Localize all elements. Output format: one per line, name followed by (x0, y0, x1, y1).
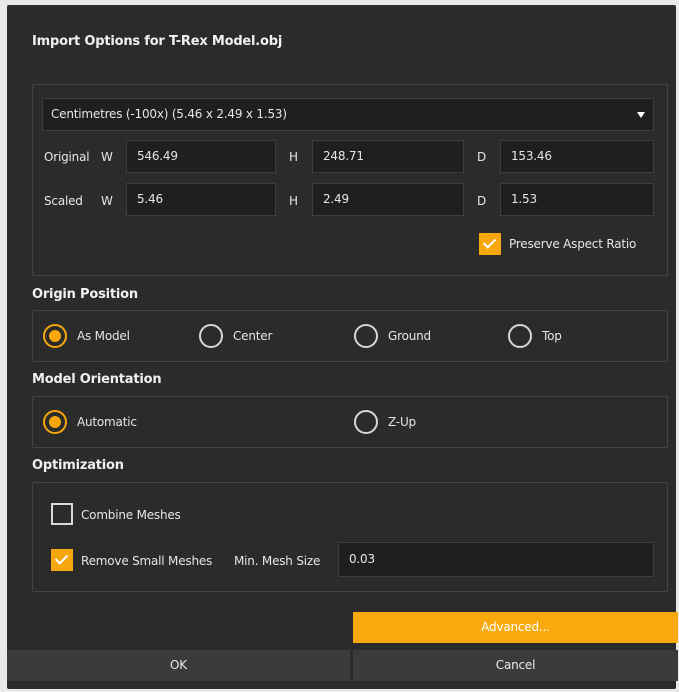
combine-meshes-label[interactable]: Combine Meshes (81, 508, 181, 522)
scaled-h-label: H (289, 194, 298, 208)
min-mesh-size-field[interactable]: 0.03 (338, 542, 654, 577)
optimization-title: Optimization (32, 458, 124, 473)
origin-center-radio[interactable] (199, 324, 223, 348)
orientation-z-up-radio[interactable] (354, 410, 378, 434)
scaled-height-field[interactable]: 2.49 (312, 183, 464, 216)
check-icon (54, 551, 69, 565)
min-mesh-size-value: 0.03 (349, 552, 375, 566)
preserve-aspect-checkbox[interactable] (479, 233, 501, 255)
radio-dot (49, 330, 61, 342)
combine-meshes-checkbox[interactable] (51, 503, 73, 525)
origin-ground-radio[interactable] (354, 324, 378, 348)
original-width-field[interactable]: 546.49 (126, 140, 276, 173)
original-d-label: D (477, 150, 487, 164)
min-mesh-size-label: Min. Mesh Size (234, 554, 321, 568)
orientation-automatic-radio[interactable] (43, 410, 67, 434)
origin-top-radio[interactable] (508, 324, 532, 348)
original-depth-field[interactable]: 153.46 (500, 140, 654, 173)
original-height-field[interactable]: 248.71 (312, 140, 464, 173)
origin-ground-label[interactable]: Ground (388, 329, 431, 343)
original-h-label: H (289, 150, 298, 164)
cancel-button[interactable]: Cancel (353, 650, 678, 681)
origin-as-model-label[interactable]: As Model (77, 329, 130, 343)
origin-position-title: Origin Position (32, 287, 138, 302)
radio-dot (49, 416, 61, 428)
orientation-automatic-label[interactable]: Automatic (77, 415, 137, 429)
check-icon (482, 235, 497, 249)
remove-small-meshes-label[interactable]: Remove Small Meshes (81, 554, 212, 568)
original-label: Original (44, 150, 90, 164)
scaled-label: Scaled (44, 194, 83, 208)
original-w-label: W (101, 150, 113, 164)
orientation-z-up-label[interactable]: Z-Up (388, 415, 416, 429)
preserve-aspect-label[interactable]: Preserve Aspect Ratio (509, 237, 636, 251)
model-orientation-title: Model Orientation (32, 372, 162, 387)
original-height-value: 248.71 (323, 149, 364, 163)
origin-center-label[interactable]: Center (233, 329, 272, 343)
scaled-width-field[interactable]: 5.46 (126, 183, 276, 216)
scaled-width-value: 5.46 (137, 192, 163, 206)
origin-as-model-radio[interactable] (43, 324, 67, 348)
scaled-d-label: D (477, 194, 487, 208)
original-width-value: 546.49 (137, 149, 178, 163)
chevron-down-icon (637, 112, 645, 118)
scaled-depth-value: 1.53 (511, 192, 537, 206)
original-depth-value: 153.46 (511, 149, 552, 163)
scaled-w-label: W (101, 194, 113, 208)
scaled-depth-field[interactable]: 1.53 (500, 183, 654, 216)
import-options-dialog: Import Options for T-Rex Model.obj Centi… (0, 0, 679, 692)
scaled-height-value: 2.49 (323, 192, 349, 206)
advanced-button[interactable]: Advanced... (353, 612, 678, 643)
dialog-title: Import Options for T-Rex Model.obj (32, 34, 283, 49)
unit-dropdown-value: Centimetres (-100x) (5.46 x 2.49 x 1.53) (51, 107, 287, 121)
ok-button[interactable]: OK (7, 650, 350, 681)
unit-dropdown[interactable]: Centimetres (-100x) (5.46 x 2.49 x 1.53) (42, 98, 654, 131)
remove-small-meshes-checkbox[interactable] (51, 549, 73, 571)
origin-top-label[interactable]: Top (542, 329, 562, 343)
